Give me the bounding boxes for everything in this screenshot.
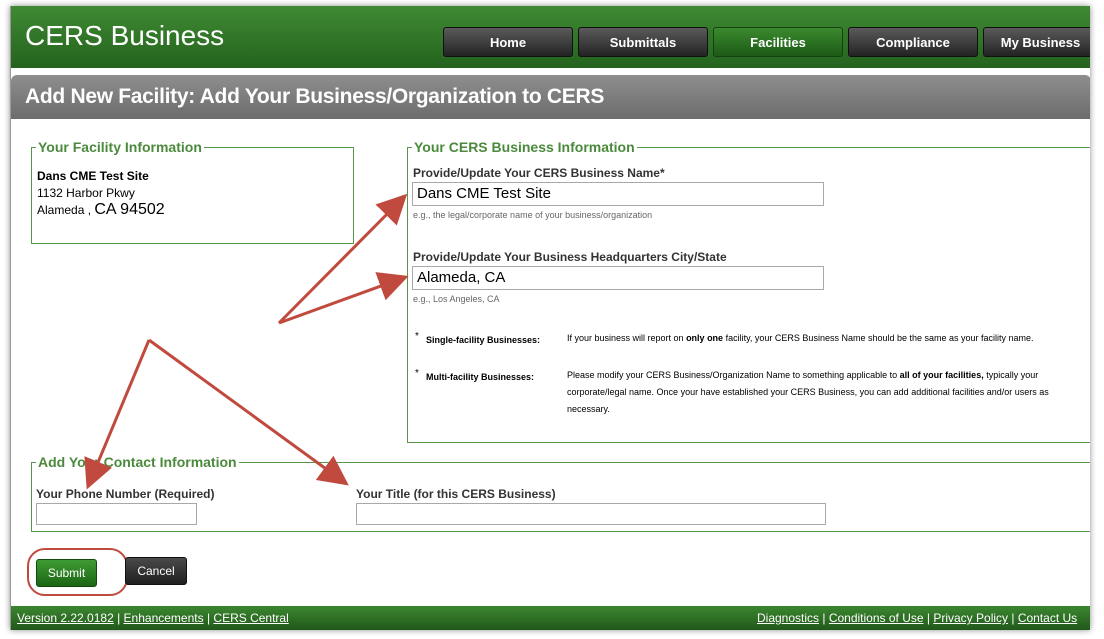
arrow-to-title [148, 338, 349, 486]
footer-left-links: Version 2.22.0182 | Enhancements | CERS … [17, 611, 289, 625]
arrow-to-phone [84, 339, 151, 490]
cers-central-link[interactable]: CERS Central [213, 611, 288, 625]
privacy-link[interactable]: Privacy Policy [933, 611, 1008, 625]
arrow-to-business-name [277, 193, 408, 325]
version-link[interactable]: Version 2.22.0182 [17, 611, 114, 625]
conditions-link[interactable]: Conditions of Use [829, 611, 924, 625]
arrow-to-hq [278, 272, 409, 325]
app-footer: Version 2.22.0182 | Enhancements | CERS … [11, 606, 1090, 630]
enhancements-link[interactable]: Enhancements [124, 611, 204, 625]
diagnostics-link[interactable]: Diagnostics [757, 611, 819, 625]
browser-frame: CERS Business Home Submittals Facilities… [10, 6, 1090, 630]
contact-link[interactable]: Contact Us [1018, 611, 1077, 625]
annotation-arrows [84, 193, 409, 490]
footer-right-links: Diagnostics | Conditions of Use | Privac… [757, 611, 1078, 625]
